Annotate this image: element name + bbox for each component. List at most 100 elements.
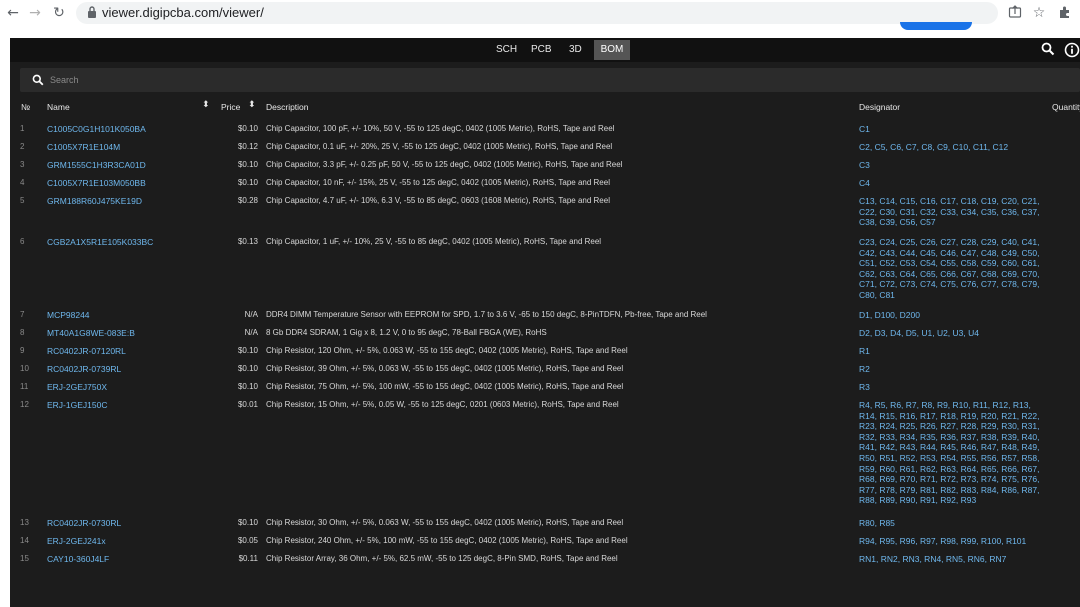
row-number: 7 [20, 310, 25, 319]
designator-link[interactable]: D1, D100, D200 [859, 310, 1049, 321]
price-cell: $0.01 [237, 400, 258, 409]
designator-link[interactable]: RN1, RN2, RN3, RN4, RN5, RN6, RN7 [859, 554, 1049, 565]
search-icon [32, 74, 44, 86]
row-number: 6 [20, 237, 25, 246]
designator-link[interactable]: R3 [859, 382, 1049, 393]
description-cell: Chip Capacitor, 0.1 uF, +/- 20%, 25 V, -… [266, 142, 613, 151]
part-name-link[interactable]: MT40A1G8WE-083E:B [47, 328, 135, 339]
tab-bom[interactable]: BOM [594, 40, 630, 60]
price-cell: $0.10 [237, 346, 258, 355]
header-number: № [21, 102, 31, 112]
profile-pill[interactable] [900, 22, 972, 30]
part-name-link[interactable]: C1005C0G1H101K050BA [47, 124, 146, 135]
view-tabs: SCH PCB 3D BOM [10, 38, 1080, 62]
header-quantity: Quantity [1052, 102, 1080, 112]
reload-icon[interactable]: ↻ [50, 4, 68, 22]
search-bar [20, 68, 1080, 92]
row-number: 15 [20, 554, 29, 563]
description-cell: Chip Capacitor, 100 pF, +/- 10%, 50 V, -… [266, 124, 615, 133]
row-number: 3 [20, 160, 25, 169]
row-number: 11 [20, 382, 29, 391]
part-name-link[interactable]: RC0402JR-0739RL [47, 364, 121, 375]
designator-link[interactable]: C13, C14, C15, C16, C17, C18, C19, C20, … [859, 196, 1049, 228]
header-name[interactable]: Name [47, 102, 70, 112]
sort-price-icon[interactable]: ⬍ [248, 100, 256, 110]
price-cell: $0.10 [237, 124, 258, 133]
price-cell: $0.10 [237, 364, 258, 373]
price-cell: N/A [244, 328, 258, 337]
bom-viewer: SCH PCB 3D BOM № Name ⬍ Price ⬍ Descript… [10, 38, 1080, 607]
part-name-link[interactable]: ERJ-1GEJ150C [47, 400, 107, 411]
part-name-link[interactable]: C1005X7R1E103M050BB [47, 178, 146, 189]
description-cell: 8 Gb DDR4 SDRAM, 1 Gig x 8, 1.2 V, 0 to … [266, 328, 547, 337]
tab-sch[interactable]: SCH [490, 40, 523, 60]
tab-pcb[interactable]: PCB [525, 40, 558, 60]
price-cell: $0.13 [237, 237, 258, 246]
search-input[interactable] [50, 71, 450, 89]
forward-arrow-icon[interactable]: → [26, 4, 44, 22]
part-name-link[interactable]: ERJ-2GEJ241x [47, 536, 106, 547]
designator-link[interactable]: R80, R85 [859, 518, 1049, 529]
part-name-link[interactable]: MCP98244 [47, 310, 90, 321]
tab-3d[interactable]: 3D [563, 40, 588, 60]
part-name-link[interactable]: CAY10-360J4LF [47, 554, 109, 565]
part-name-link[interactable]: GRM188R60J475KE19D [47, 196, 142, 207]
row-number: 9 [20, 346, 25, 355]
url-text[interactable]: viewer.digipcba.com/viewer/ [102, 4, 264, 21]
part-name-link[interactable]: GRM1555C1H3R3CA01D [47, 160, 146, 171]
price-cell: $0.10 [237, 178, 258, 187]
price-cell: $0.28 [237, 196, 258, 205]
description-cell: Chip Resistor, 120 Ohm, +/- 5%, 0.063 W,… [266, 346, 628, 355]
row-number: 13 [20, 518, 29, 527]
row-number: 12 [20, 400, 29, 409]
description-cell: Chip Capacitor, 3.3 pF, +/- 0.25 pF, 50 … [266, 160, 623, 169]
description-cell: Chip Capacitor, 4.7 uF, +/- 10%, 6.3 V, … [266, 196, 610, 205]
price-cell: $0.10 [237, 518, 258, 527]
header-price[interactable]: Price [221, 102, 240, 112]
info-icon[interactable] [1064, 42, 1080, 58]
description-cell: Chip Resistor, 30 Ohm, +/- 5%, 0.063 W, … [266, 518, 624, 527]
row-number: 5 [20, 196, 25, 205]
bookmark-star-icon[interactable]: ☆ [1030, 4, 1048, 22]
designator-link[interactable]: C23, C24, C25, C26, C27, C28, C29, C40, … [859, 237, 1049, 301]
row-number: 2 [20, 142, 25, 151]
description-cell: Chip Resistor Array, 36 Ohm, +/- 5%, 62.… [266, 554, 618, 563]
sort-name-icon[interactable]: ⬍ [202, 100, 210, 110]
designator-link[interactable]: C2, C5, C6, C7, C8, C9, C10, C11, C12 [859, 142, 1049, 153]
row-number: 4 [20, 178, 25, 187]
part-name-link[interactable]: RC0402JR-07120RL [47, 346, 126, 357]
price-cell: $0.10 [237, 160, 258, 169]
designator-link[interactable]: R94, R95, R96, R97, R98, R99, R100, R101 [859, 536, 1049, 547]
header-designator: Designator [859, 102, 901, 112]
row-number: 1 [20, 124, 25, 133]
designator-link[interactable]: D2, D3, D4, D5, U1, U2, U3, U4 [859, 328, 1049, 339]
part-name-link[interactable]: C1005X7R1E104M [47, 142, 120, 153]
price-cell: $0.10 [237, 382, 258, 391]
price-cell: $0.05 [237, 536, 258, 545]
part-name-link[interactable]: CGB2A1X5R1E105K033BC [47, 237, 153, 248]
description-cell: Chip Resistor, 15 Ohm, +/- 5%, 0.05 W, -… [266, 400, 619, 409]
description-cell: Chip Capacitor, 1 uF, +/- 10%, 25 V, -55… [266, 237, 602, 246]
search-icon[interactable] [1041, 42, 1055, 56]
designator-link[interactable]: C4 [859, 178, 1049, 189]
part-name-link[interactable]: ERJ-2GEJ750X [47, 382, 107, 393]
row-number: 14 [20, 536, 29, 545]
designator-link[interactable]: R4, R5, R6, R7, R8, R9, R10, R11, R12, R… [859, 400, 1049, 506]
designator-link[interactable]: C3 [859, 160, 1049, 171]
description-cell: Chip Resistor, 75 Ohm, +/- 5%, 100 mW, -… [266, 382, 624, 391]
price-cell: N/A [244, 310, 258, 319]
designator-link[interactable]: C1 [859, 124, 1049, 135]
description-cell: Chip Resistor, 39 Ohm, +/- 5%, 0.063 W, … [266, 364, 624, 373]
browser-toolbar: ← → ↻ viewer.digipcba.com/viewer/ ☆ [0, 0, 1080, 30]
description-cell: DDR4 DIMM Temperature Sensor with EEPROM… [266, 310, 707, 319]
back-arrow-icon[interactable]: ← [4, 4, 22, 22]
designator-link[interactable]: R1 [859, 346, 1049, 357]
row-number: 10 [20, 364, 29, 373]
price-cell: $0.12 [237, 142, 258, 151]
share-icon[interactable] [1008, 5, 1022, 19]
header-description: Description [266, 102, 309, 112]
lock-icon [88, 6, 96, 18]
part-name-link[interactable]: RC0402JR-0730RL [47, 518, 121, 529]
extensions-puzzle-icon[interactable] [1058, 5, 1072, 19]
designator-link[interactable]: R2 [859, 364, 1049, 375]
